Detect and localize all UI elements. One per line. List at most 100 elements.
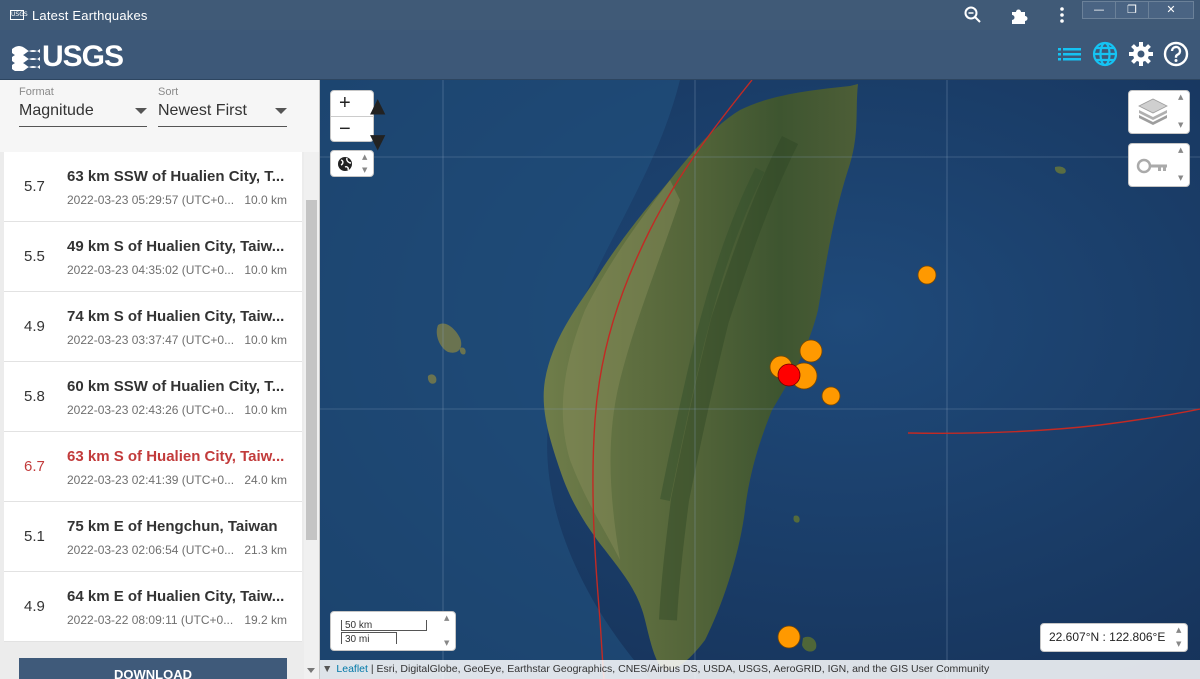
time: 2022-03-23 02:06:54 (UTC+0... [67, 543, 235, 557]
layers-button[interactable]: ▲ ▼ [1128, 90, 1190, 134]
leaflet-link[interactable]: Leaflet [336, 663, 368, 675]
satellite-basemap [320, 80, 1200, 679]
chevron-up-icon: ▲ [1178, 93, 1184, 101]
layers-icon [1138, 98, 1168, 125]
usgs-logo[interactable]: USGS [12, 40, 124, 74]
depth: 19.2 km [244, 613, 287, 627]
attribution-text: | Esri, DigitalGlobe, GeoEye, Earthstar … [367, 663, 990, 675]
key-icon [1136, 158, 1167, 174]
zoom-control: + − ▲ ▼ [330, 90, 386, 153]
zoom-icon[interactable] [962, 4, 984, 26]
minimize-button[interactable]: — [1082, 1, 1116, 19]
place: 63 km SSW of Hualien City, T... [67, 168, 285, 185]
globe-icon [338, 157, 352, 171]
help-icon[interactable] [1161, 39, 1191, 69]
sort-label: Sort [158, 86, 179, 98]
list-item[interactable]: 5.1 75 km E of Hengchun, Taiwan 2022-03-… [4, 502, 302, 572]
chevron-down-icon [135, 108, 147, 114]
app-header: USGS [0, 30, 1200, 80]
magnitude: 5.1 [24, 528, 45, 545]
place: 74 km S of Hualien City, Taiw... [67, 308, 285, 325]
quake-marker-selected [777, 363, 801, 387]
quake-marker [799, 339, 823, 363]
list-item-selected[interactable]: 6.7 63 km S of Hualien City, Taiw... 202… [4, 432, 302, 502]
close-button[interactable]: ✕ [1148, 1, 1194, 19]
sort-select[interactable]: Sort Newest First [158, 86, 287, 127]
depth: 10.0 km [244, 263, 287, 277]
format-value: Magnitude [19, 102, 94, 119]
chevron-down-icon: ▼ [1176, 640, 1182, 648]
place: 63 km S of Hualien City, Taiw... [67, 448, 285, 465]
time: 2022-03-23 03:37:47 (UTC+0... [67, 333, 235, 347]
format-label: Format [19, 86, 54, 98]
magnitude: 5.5 [24, 248, 45, 265]
window-title: Latest Earthquakes [32, 7, 148, 23]
window-titlebar: USGS Latest Earthquakes — ❐ ✕ [0, 0, 1200, 30]
place: 75 km E of Hengchun, Taiwan [67, 518, 278, 535]
place: 49 km S of Hualien City, Taiw... [67, 238, 285, 255]
depth: 10.0 km [244, 403, 287, 417]
scrollbar-thumb[interactable] [306, 200, 317, 540]
magnitude: 4.9 [24, 598, 45, 615]
list-item[interactable]: 5.7 63 km SSW of Hualien City, T... 2022… [4, 152, 302, 222]
scroll-down-icon[interactable] [307, 668, 315, 673]
chevron-down-icon: ▼ [1178, 174, 1184, 182]
chevron-down-icon: ▼ [1178, 121, 1184, 129]
globe-icon[interactable] [1090, 39, 1120, 69]
map-view[interactable]: + − ▲ ▼ ▲ ▼ ▲ ▼ ▲ ▼ 50 km 30 mi ▲ ▼ 22.6… [320, 80, 1200, 679]
magnitude: 6.7 [24, 458, 45, 475]
depth: 10.0 km [244, 193, 287, 207]
legend-button[interactable]: ▲ ▼ [1128, 143, 1190, 187]
chevron-up-icon: ▲ [1178, 146, 1184, 154]
chevron-down-icon: ▼ [362, 166, 368, 174]
chevron-down-icon: ▼ [322, 663, 333, 675]
list-scrollbar[interactable] [304, 152, 319, 679]
time: 2022-03-23 04:35:02 (UTC+0... [67, 263, 235, 277]
magnitude: 4.9 [24, 318, 45, 335]
coordinates-text: 22.607°N : 122.806°E [1049, 630, 1166, 644]
settings-icon[interactable] [1126, 39, 1156, 69]
time: 2022-03-23 02:43:26 (UTC+0... [67, 403, 235, 417]
depth: 21.3 km [244, 543, 287, 557]
time: 2022-03-23 05:29:57 (UTC+0... [67, 193, 235, 207]
format-select[interactable]: Format Magnitude [19, 86, 147, 127]
list-item[interactable]: 5.5 49 km S of Hualien City, Taiw... 202… [4, 222, 302, 292]
list-controls: Format Magnitude Sort Newest First [0, 80, 319, 152]
depth: 10.0 km [244, 333, 287, 347]
quake-marker [777, 625, 801, 649]
usgs-app-icon: USGS [10, 10, 28, 20]
sidebar: Format Magnitude Sort Newest First 5.7 6… [0, 80, 320, 679]
chevron-up-icon: ▲ [362, 153, 368, 161]
restore-button[interactable]: ❐ [1115, 1, 1149, 19]
scale-km: 50 km [341, 620, 427, 631]
scale-bar: 50 km 30 mi ▲ ▼ [330, 611, 456, 651]
download-button[interactable]: DOWNLOAD [19, 658, 287, 679]
cursor-coordinates: 22.607°N : 122.806°E ▲ ▼ [1040, 623, 1188, 652]
more-vert-icon[interactable] [1051, 4, 1073, 26]
depth: 24.0 km [244, 473, 287, 487]
quake-marker [821, 386, 841, 406]
logo-text: USGS [42, 40, 124, 73]
map-attribution: ▼ Leaflet | Esri, DigitalGlobe, GeoEye, E… [320, 660, 1200, 679]
list-item[interactable]: 5.8 60 km SSW of Hualien City, T... 2022… [4, 362, 302, 432]
world-view-button[interactable]: ▲ ▼ [330, 150, 374, 177]
scale-mi: 30 mi [341, 632, 397, 645]
list-item[interactable]: 4.9 64 km E of Hualien City, Taiw... 202… [4, 572, 302, 642]
chevron-up-icon: ▲ [370, 93, 386, 117]
list-icon[interactable] [1055, 39, 1085, 69]
chevron-down-icon [275, 108, 287, 114]
sort-value: Newest First [158, 102, 247, 119]
quake-marker [917, 265, 937, 285]
magnitude: 5.8 [24, 388, 45, 405]
place: 60 km SSW of Hualien City, T... [67, 378, 285, 395]
earthquake-list: 5.7 63 km SSW of Hualien City, T... 2022… [4, 152, 302, 642]
chevron-down-icon: ▼ [444, 639, 450, 647]
time: 2022-03-22 08:09:11 (UTC+0... [67, 613, 234, 627]
chevron-up-icon: ▲ [444, 614, 450, 622]
time: 2022-03-23 02:41:39 (UTC+0... [67, 473, 235, 487]
extensions-icon[interactable] [1008, 4, 1030, 26]
chevron-up-icon: ▲ [1176, 626, 1182, 634]
place: 64 km E of Hualien City, Taiw... [67, 588, 285, 605]
list-item[interactable]: 4.9 74 km S of Hualien City, Taiw... 202… [4, 292, 302, 362]
usgs-waves-icon [12, 46, 40, 71]
